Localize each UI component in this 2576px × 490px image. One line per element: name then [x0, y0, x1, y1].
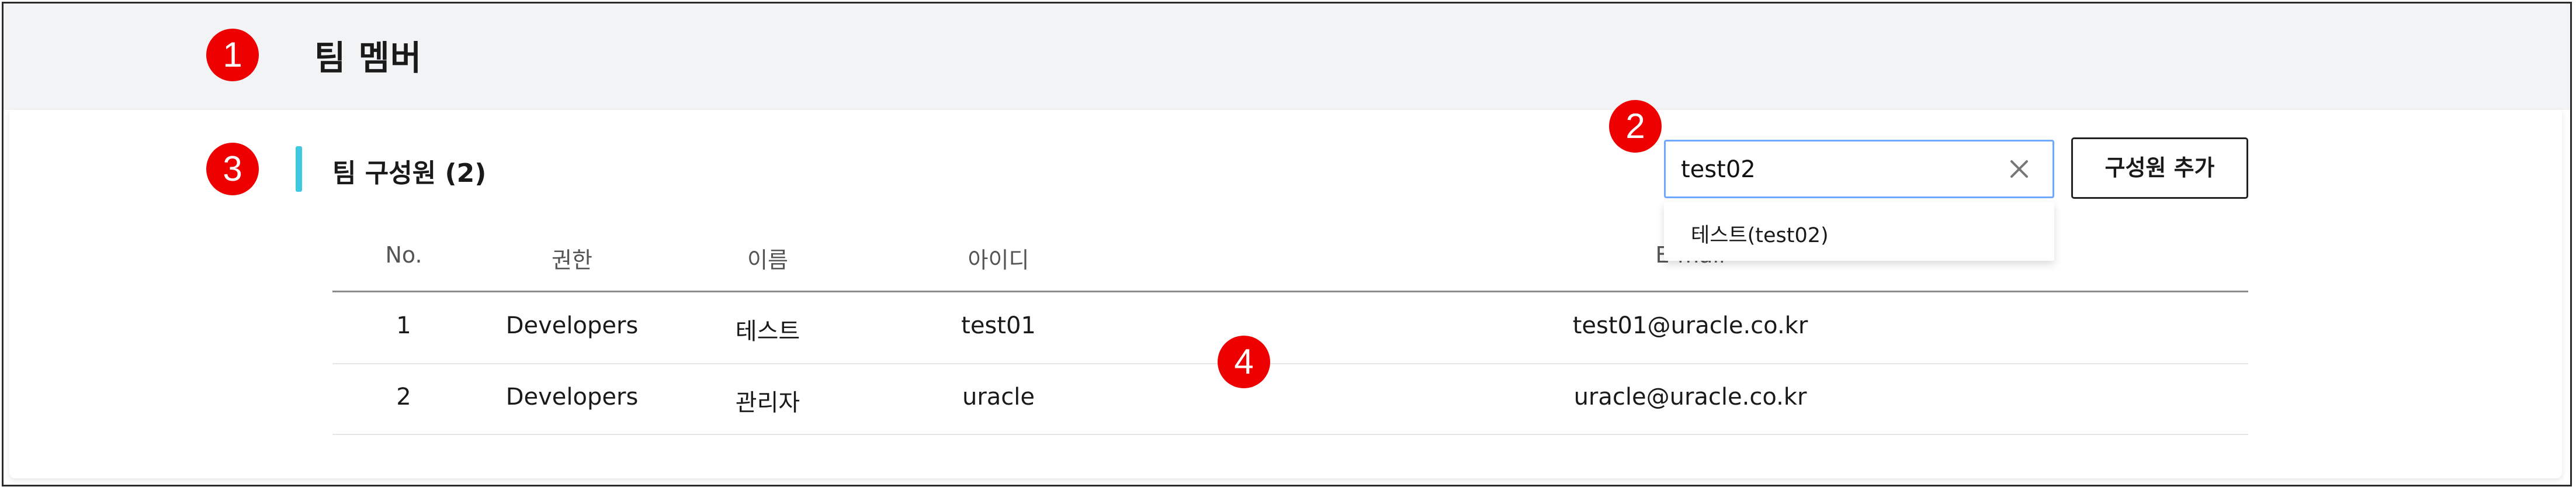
- row-divider: [332, 363, 2248, 364]
- add-member-button[interactable]: 구성원 추가: [2071, 137, 2248, 199]
- cell-name: 테스트: [735, 318, 800, 345]
- column-header-id: 아이디: [968, 247, 1029, 273]
- search-suggestions: 테스트(test02): [1664, 202, 2054, 261]
- clear-icon[interactable]: [2006, 156, 2033, 182]
- column-header-role: 권한: [552, 247, 592, 273]
- cell-role: Developers: [505, 384, 639, 410]
- column-header-name: 이름: [747, 247, 788, 273]
- section-title: 팀 구성원 (2): [332, 158, 487, 188]
- cell-id: uracle: [962, 384, 1035, 410]
- table-header-divider: [332, 291, 2248, 292]
- cell-role: Developers: [505, 312, 639, 339]
- column-header-no: No.: [385, 242, 422, 268]
- cell-name: 관리자: [735, 389, 800, 416]
- page-title: 팀 멤버: [314, 38, 422, 78]
- cell-no: 2: [396, 384, 411, 410]
- section-accent-bar: [296, 146, 302, 192]
- page-header: 팀 멤버: [4, 4, 2570, 110]
- annotation-marker: 2: [1609, 100, 1662, 153]
- window-frame: 팀 멤버 팀 구성원 (2) 구성원 추가 No. 권한 이름 아이디 E-ma…: [2, 2, 2572, 486]
- member-search-field[interactable]: [1664, 140, 2054, 198]
- cell-no: 1: [396, 312, 411, 339]
- annotation-marker: 3: [206, 143, 259, 195]
- row-divider: [332, 434, 2248, 435]
- cell-email: test01@uracle.co.kr: [1572, 312, 1808, 339]
- suggestion-item[interactable]: 테스트(test02): [1691, 219, 1829, 249]
- member-search-input[interactable]: [1680, 142, 2009, 198]
- annotation-marker: 4: [1218, 336, 1270, 388]
- cell-email: uracle@uracle.co.kr: [1573, 384, 1807, 410]
- annotation-marker: 1: [206, 29, 259, 81]
- cell-id: test01: [961, 312, 1036, 339]
